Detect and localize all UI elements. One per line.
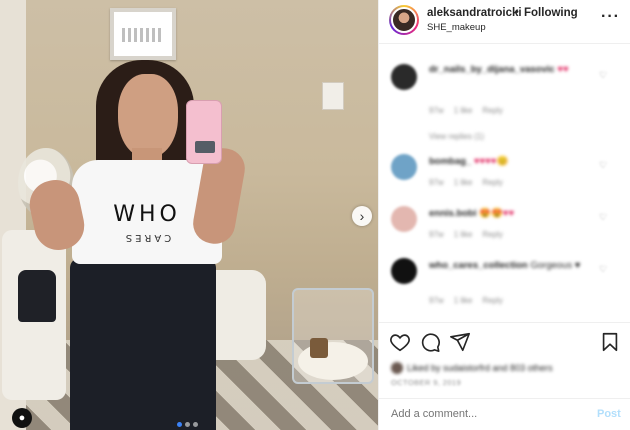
view-replies-button[interactable]: View replies (1) [429,132,484,141]
handbag [18,270,56,322]
comment-like-icon[interactable]: ♡ [599,212,607,223]
comment-meta: 97w 1 like Reply [429,106,513,115]
carousel-next-button[interactable]: › [352,206,372,226]
post-date: OCTOBER 9, 2019 [391,378,462,387]
comment-like-icon[interactable]: ♡ [599,70,607,81]
comments-list: dr_nails_by_dijana_vasovic ♥♥ 97w 1 like R… [379,52,630,322]
location-link[interactable]: SHE_makeup [427,22,486,33]
comment-username[interactable]: ennis.bobi [429,208,477,219]
comment-meta: 97w 1 like Reply [429,296,513,305]
comment-meta: 97w 1 like Reply [429,230,513,239]
shirt-text-top: WHO [113,202,181,227]
comment-like-icon[interactable]: ♡ [599,160,607,171]
person-skirt [70,258,216,430]
post-photo[interactable]: WHO CARES › ● [0,0,378,430]
comment-meta: 97w 1 like Reply [429,178,513,187]
comment-body: ♥♥♥♥😊 [473,156,509,167]
comment-body: ♥♥ [557,64,569,75]
comment-text: dr_nails_by_dijana_vasovic ♥♥ [429,64,589,76]
comment-likes[interactable]: 1 like [454,178,473,187]
person-face [118,74,178,158]
more-options-icon[interactable]: ··· [601,8,620,26]
bookmark-icon[interactable] [599,331,621,353]
share-icon[interactable] [449,331,471,353]
comment-reply-button[interactable]: Reply [482,296,502,305]
following-button[interactable]: Following [524,7,578,19]
action-bar [379,322,630,362]
comment-text: who_cares_collection Gorgeous ♥ [429,260,589,272]
post-sidebar: aleksandratroicki • Following SHE_makeup… [378,0,630,430]
carousel-dots [177,422,198,428]
cup [310,338,328,358]
carousel-dot-active [177,422,182,427]
light-switch [322,82,344,110]
header-separator: • [515,6,519,18]
user-tag-icon[interactable]: ● [12,408,32,428]
comment-time: 97w [429,106,444,115]
comment-time: 97w [429,230,444,239]
comment-reply-button[interactable]: Reply [482,178,502,187]
heart-icon[interactable] [389,331,411,353]
carousel-dot [193,422,198,427]
comment-text: ennis.bobi 😍😍♥♥ [429,208,589,220]
comment-avatar[interactable] [391,206,417,232]
add-comment-bar: Post [379,398,630,430]
comment-username[interactable]: bombag_ [429,156,471,167]
username-link[interactable]: aleksandratroicki [427,7,522,19]
comment-reply-button[interactable]: Reply [482,106,502,115]
comment-time: 97w [429,178,444,187]
comment-likes[interactable]: 1 like [454,106,473,115]
liker-avatar [391,362,403,374]
pink-phone [186,100,222,164]
wall-frame [110,8,176,60]
comment-like-icon[interactable]: ♡ [599,264,607,275]
glass-table [292,288,374,384]
comment-avatar[interactable] [391,64,417,90]
comment-likes[interactable]: 1 like [454,230,473,239]
comment-username[interactable]: dr_nails_by_dijana_vasovic [429,64,555,75]
carousel-dot [185,422,190,427]
comment-time: 97w [429,296,444,305]
comment-text: bombag_ ♥♥♥♥😊 [429,156,589,168]
comment-likes[interactable]: 1 like [454,296,473,305]
comment-reply-button[interactable]: Reply [482,230,502,239]
post-comment-button[interactable]: Post [597,408,621,420]
likes-text: Liked by sudaistorfrd and 803 others [407,363,553,373]
comment-body: 😍😍♥♥ [479,208,515,219]
comment-body: Gorgeous ♥ [530,260,581,271]
post-header: aleksandratroicki • Following SHE_makeup… [379,0,630,44]
comment-icon[interactable] [419,331,441,353]
shirt-text-bottom: CARES [122,232,172,243]
comment-username[interactable]: who_cares_collection [429,260,528,271]
likes-summary[interactable]: Liked by sudaistorfrd and 803 others [391,362,553,374]
comment-avatar[interactable] [391,154,417,180]
comment-input[interactable] [391,408,581,420]
comment-avatar[interactable] [391,258,417,284]
avatar[interactable] [389,5,419,35]
